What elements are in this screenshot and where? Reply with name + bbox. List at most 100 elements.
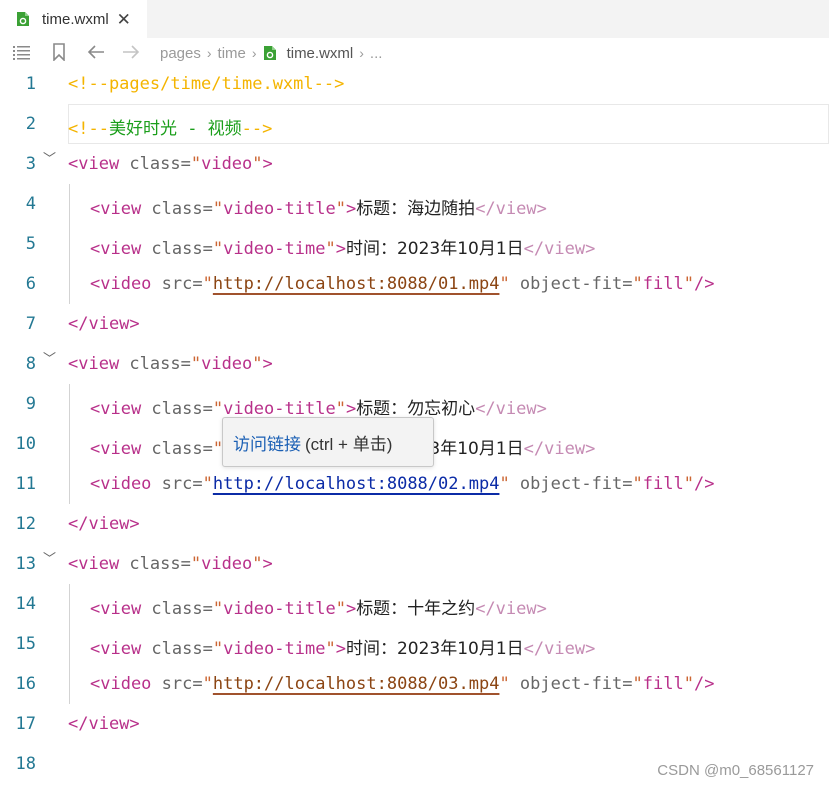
code-token: object-fit= (509, 474, 633, 494)
code-token: > (345, 199, 357, 219)
code-text[interactable]: <!--美好时光 - 视频--> (68, 114, 272, 139)
code-token: " (202, 274, 213, 294)
code-token: > (345, 599, 357, 619)
code-token: /> (693, 474, 715, 494)
code-token: <!-- (68, 119, 109, 139)
bookmark-icon[interactable] (52, 43, 66, 61)
code-token: </view> (68, 514, 140, 534)
code-line[interactable]: 6 <video src="http://localhost:8088/01.mp… (0, 264, 829, 304)
code-line[interactable]: 16 <video src="http://localhost:8088/03.m… (0, 664, 829, 704)
code-token: " (335, 199, 346, 219)
line-number: 15 (15, 634, 36, 654)
code-text[interactable]: <view class="video-title">标题：十年之约</view> (90, 594, 547, 619)
code-token: " (202, 674, 213, 694)
code-token: " (335, 399, 346, 419)
url-link[interactable]: http://localhost:8088/01.mp4 (213, 274, 500, 294)
forward-arrow-icon[interactable] (122, 44, 140, 60)
code-token: > (335, 639, 346, 659)
indent-guide (69, 184, 70, 224)
code-line[interactable]: 11 <video src="http://localhost:8088/02.m… (0, 464, 829, 504)
line-number: 1 (25, 74, 36, 94)
code-text[interactable]: <video src="http://localhost:8088/03.mp4… (90, 674, 714, 694)
code-token: 美好时光 - 视频 (108, 119, 242, 139)
code-line[interactable]: 14 <view class="video-title">标题：十年之约</vie… (0, 584, 829, 624)
chevron-right-icon: › (251, 45, 257, 61)
fold-chevron-icon[interactable]: ﹀ (43, 548, 56, 567)
tooltip-follow-link[interactable]: 访问链接 (233, 430, 301, 455)
code-line[interactable]: 2 <!--美好时光 - 视频--> (0, 104, 829, 144)
code-token: " (190, 354, 202, 374)
code-token: <video (90, 274, 162, 294)
code-text[interactable]: <video src="http://localhost:8088/01.mp4… (90, 274, 714, 294)
outline-list-icon[interactable] (13, 45, 31, 60)
wxml-file-icon (263, 46, 276, 60)
tab-time-wxml[interactable]: time.wxml ✕ (0, 0, 147, 38)
code-line[interactable]: 5 <view class="video-time">时间：2023年10月1日<… (0, 224, 829, 264)
code-text[interactable]: <video src="http://localhost:8088/02.mp4… (90, 474, 714, 494)
code-text[interactable]: </view> (68, 314, 140, 334)
code-token: 标题：十年之约 (356, 599, 476, 619)
code-token: </view> (68, 714, 140, 734)
code-token: video (201, 354, 253, 374)
code-text[interactable]: </view> (68, 714, 140, 734)
code-line[interactable]: 8 ﹀ <view class="video"> (0, 344, 829, 384)
code-token: " (632, 474, 643, 494)
code-text[interactable]: <view class="video"> (68, 154, 273, 174)
code-text[interactable]: <view class="video"> (68, 354, 273, 374)
tab-label: time.wxml (42, 10, 109, 28)
code-text[interactable]: <view class="video-time">时间：2023年10月1日</… (90, 634, 595, 659)
indent-guide (69, 224, 70, 264)
url-link[interactable]: http://localhost:8088/03.mp4 (213, 674, 500, 694)
code-token: " (335, 599, 346, 619)
code-token: src= (161, 474, 203, 494)
back-arrow-icon[interactable] (87, 44, 105, 60)
code-text[interactable]: <view class="video"> (68, 554, 273, 574)
code-token: " (190, 154, 202, 174)
code-token: video (201, 154, 253, 174)
code-token: --> (241, 119, 273, 139)
code-token: " (683, 674, 694, 694)
code-token: " (252, 154, 263, 174)
chevron-right-icon: › (359, 45, 364, 61)
code-token: /> (693, 674, 715, 694)
code-token: <view (90, 599, 152, 619)
breadcrumb-item-time[interactable]: time (218, 45, 246, 62)
close-icon[interactable]: ✕ (117, 11, 131, 28)
line-number: 14 (15, 594, 36, 614)
code-text[interactable]: <view class="video-title">标题：勿忘初心</view> (90, 394, 547, 419)
code-line[interactable]: 7 </view> (0, 304, 829, 344)
url-link[interactable]: http://localhost:8088/02.mp4 (213, 474, 500, 494)
code-text[interactable]: <!--pages/time/time.wxml--> (68, 74, 344, 94)
code-text[interactable]: <view class="video-title">标题：海边随拍</view> (90, 194, 547, 219)
code-line[interactable]: 4 <view class="video-title">标题：海边随拍</view… (0, 184, 829, 224)
code-text[interactable]: </view> (68, 514, 140, 534)
code-line[interactable]: 3 ﹀ <view class="video"> (0, 144, 829, 184)
indent-guide (69, 424, 70, 464)
fold-chevron-icon[interactable]: ﹀ (43, 148, 56, 167)
code-token: </view> (523, 639, 596, 659)
code-token: " (212, 639, 224, 659)
indent-guide (69, 584, 70, 624)
breadcrumb-item-file[interactable]: time.wxml (287, 45, 354, 62)
fold-chevron-icon[interactable]: ﹀ (43, 348, 56, 367)
code-line[interactable]: 12 </view> (0, 504, 829, 544)
code-line[interactable]: 13 ﹀ <view class="video"> (0, 544, 829, 584)
code-token: " (212, 199, 224, 219)
code-token: class= (151, 399, 213, 419)
code-token: <!--pages/time/time.wxml--> (68, 74, 345, 94)
code-token: > (262, 154, 273, 174)
code-token: src= (161, 274, 203, 294)
breadcrumb-item-pages[interactable]: pages (160, 45, 201, 62)
code-token: <view (90, 239, 152, 259)
line-number: 8 (25, 354, 36, 374)
code-line[interactable]: 15 <view class="video-time">时间：2023年10月1日… (0, 624, 829, 664)
indent-guide (69, 264, 70, 304)
code-text[interactable]: <view class="video-time">时间：2023年10月1日</… (90, 234, 595, 259)
code-token: class= (151, 439, 213, 459)
breadcrumb-ellipsis[interactable]: ... (370, 45, 383, 62)
code-line[interactable]: 1 <!--pages/time/time.wxml--> (0, 64, 829, 104)
line-number: 6 (25, 274, 36, 294)
code-line[interactable]: 17 </view> (0, 704, 829, 744)
code-token: video-title (223, 199, 336, 219)
code-token: " (212, 599, 224, 619)
